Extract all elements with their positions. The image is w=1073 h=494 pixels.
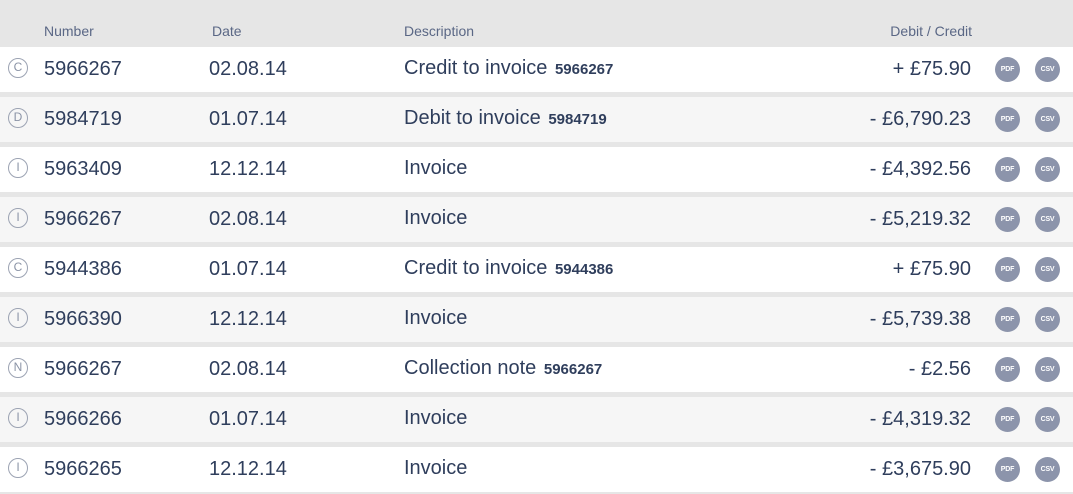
pdf-download-button[interactable]: PDF [995, 107, 1020, 132]
invoice-type-icon: I [8, 458, 28, 478]
description-text: Invoice [404, 207, 468, 229]
csv-download-button[interactable]: CSV [1035, 207, 1060, 232]
row-number: 5966267 [44, 58, 122, 80]
row-date: 02.08.14 [209, 58, 287, 80]
invoice-type-icon: I [8, 408, 28, 428]
row-amount: - £6,790.23 [869, 108, 971, 130]
table-row[interactable]: I 5963409 12.12.14 Invoice - £4,392.56 P… [0, 147, 1073, 192]
invoice-type-icon: I [8, 208, 28, 228]
description-text: Credit to invoice [404, 257, 548, 279]
pdf-download-button[interactable]: PDF [995, 57, 1020, 82]
row-date: 02.08.14 [209, 208, 287, 230]
row-number: 5966267 [44, 358, 122, 380]
row-amount: - £4,392.56 [869, 158, 971, 180]
invoice-reference: 5944386 [554, 261, 614, 278]
table-row[interactable]: I 5966266 01.07.14 Invoice - £4,319.32 P… [0, 397, 1073, 442]
description-text: Invoice [404, 457, 468, 479]
row-date: 02.08.14 [209, 358, 287, 380]
row-number: 5963409 [44, 158, 122, 180]
pdf-download-button[interactable]: PDF [995, 157, 1020, 182]
csv-download-button[interactable]: CSV [1035, 257, 1060, 282]
row-number: 5944386 [44, 258, 122, 280]
debit-type-icon: D [8, 108, 28, 128]
credit-type-icon: C [8, 258, 28, 278]
pdf-download-button[interactable]: PDF [995, 407, 1020, 432]
column-header-description: Description [404, 23, 475, 39]
table-row[interactable]: I 5966265 12.12.14 Invoice - £3,675.90 P… [0, 447, 1073, 492]
row-date: 12.12.14 [209, 308, 287, 330]
description-text: Invoice [404, 157, 468, 179]
table-row[interactable]: C 5944386 01.07.14 Credit to invoice 594… [0, 247, 1073, 292]
row-date: 12.12.14 [209, 158, 287, 180]
table-row[interactable]: N 5966267 02.08.14 Collection note 59662… [0, 347, 1073, 392]
row-amount: + £75.90 [892, 258, 971, 280]
row-amount: - £5,739.38 [869, 308, 971, 330]
row-date: 01.07.14 [209, 108, 287, 130]
csv-download-button[interactable]: CSV [1035, 357, 1060, 382]
csv-download-button[interactable]: CSV [1035, 407, 1060, 432]
table-row[interactable]: I 5966390 12.12.14 Invoice - £5,739.38 P… [0, 297, 1073, 342]
description-text: Collection note [404, 357, 537, 379]
row-description: Credit to invoice 5944386 [404, 257, 613, 280]
credit-type-icon: C [8, 58, 28, 78]
row-description: Invoice [404, 157, 467, 180]
row-description: Credit to invoice 5966267 [404, 57, 613, 80]
row-amount: - £3,675.90 [869, 458, 971, 480]
transactions-table: Number Date Description Debit / Credit C… [0, 0, 1073, 494]
csv-download-button[interactable]: CSV [1035, 107, 1060, 132]
description-text: Debit to invoice [404, 107, 541, 129]
row-description: Invoice [404, 207, 467, 230]
description-text: Credit to invoice [404, 57, 548, 79]
column-header-number: Number [44, 23, 94, 39]
table-row[interactable]: C 5966267 02.08.14 Credit to invoice 596… [0, 47, 1073, 92]
table-header: Number Date Description Debit / Credit [0, 0, 1073, 46]
note-type-icon: N [8, 358, 28, 378]
description-text: Invoice [404, 307, 468, 329]
row-description: Invoice [404, 307, 467, 330]
row-number: 5984719 [44, 108, 122, 130]
pdf-download-button[interactable]: PDF [995, 457, 1020, 482]
row-description: Invoice [404, 457, 467, 480]
row-date: 12.12.14 [209, 458, 287, 480]
row-amount: - £4,319.32 [869, 408, 971, 430]
table-row[interactable]: I 5966267 02.08.14 Invoice - £5,219.32 P… [0, 197, 1073, 242]
row-date: 01.07.14 [209, 408, 287, 430]
csv-download-button[interactable]: CSV [1035, 157, 1060, 182]
invoice-type-icon: I [8, 158, 28, 178]
invoice-reference: 5984719 [548, 111, 607, 128]
csv-download-button[interactable]: CSV [1035, 57, 1060, 82]
row-amount: + £75.90 [892, 58, 971, 80]
row-number: 5966265 [44, 458, 122, 480]
pdf-download-button[interactable]: PDF [995, 207, 1020, 232]
row-amount: - £5,219.32 [869, 208, 971, 230]
row-number: 5966267 [44, 208, 122, 230]
row-date: 01.07.14 [209, 258, 287, 280]
column-header-date: Date [212, 23, 242, 39]
pdf-download-button[interactable]: PDF [995, 257, 1020, 282]
row-description: Collection note 5966267 [404, 357, 602, 380]
csv-download-button[interactable]: CSV [1035, 307, 1060, 332]
row-description: Invoice [404, 407, 467, 430]
pdf-download-button[interactable]: PDF [995, 307, 1020, 332]
invoice-reference: 5966267 [543, 361, 603, 378]
description-text: Invoice [404, 407, 468, 429]
pdf-download-button[interactable]: PDF [995, 357, 1020, 382]
row-number: 5966390 [44, 308, 122, 330]
table-row[interactable]: D 5984719 01.07.14 Debit to invoice 5984… [0, 97, 1073, 142]
row-description: Debit to invoice 5984719 [404, 107, 607, 130]
invoice-type-icon: I [8, 308, 28, 328]
row-amount: - £2.56 [908, 358, 971, 380]
invoice-reference: 5966267 [554, 61, 614, 78]
column-header-debit-credit: Debit / Credit [890, 23, 972, 39]
csv-download-button[interactable]: CSV [1035, 457, 1060, 482]
row-number: 5966266 [44, 408, 122, 430]
